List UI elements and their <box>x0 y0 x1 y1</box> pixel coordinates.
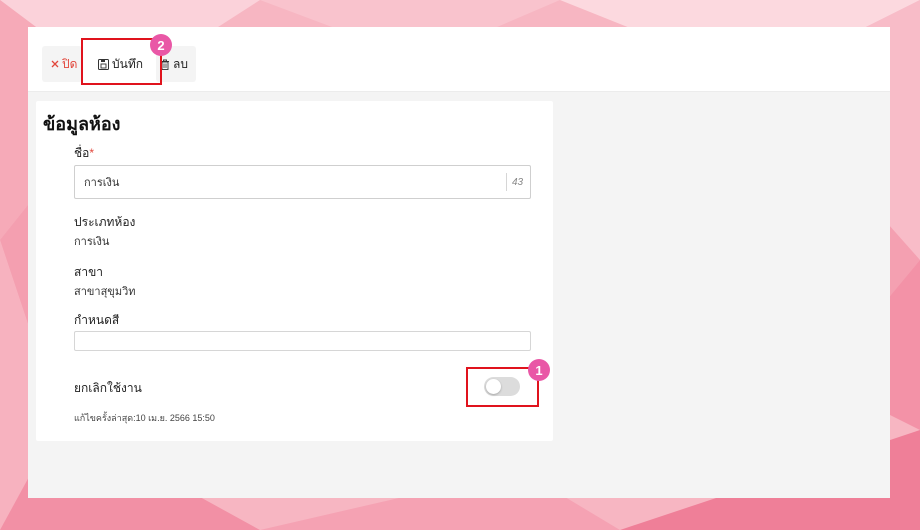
required-mark: * <box>89 146 95 160</box>
room-type-label: ประเภทห้อง <box>74 215 136 229</box>
color-label: กำหนดสี <box>74 313 120 327</box>
disable-toggle[interactable] <box>484 377 520 396</box>
close-icon <box>51 60 59 68</box>
last-edited-text: แก้ไขครั้งล่าสุด:10 เม.ย. 2566 15:50 <box>74 413 215 423</box>
name-label: ชื่อ* <box>74 144 94 163</box>
card-title: ข้อมูลห้อง <box>43 114 121 134</box>
branch-label: สาขา <box>74 265 104 279</box>
room-type-value: การเงิน <box>74 236 110 248</box>
save-button-label: บันทึก <box>112 56 143 71</box>
room-info-card: ข้อมูลห้อง ชื่อ* การเงิน 43 ประเภทห้อง ก… <box>36 101 553 441</box>
name-input-value: การเงิน <box>84 177 120 189</box>
disable-label: ยกเลิกใช้งาน <box>74 381 142 395</box>
name-char-counter: 43 <box>506 173 528 191</box>
app-window: ปิด บันทึก ลบ ข้อมูลห้อง ชื่อ* การเงิน 4… <box>28 27 890 498</box>
color-picker-field[interactable] <box>74 331 531 351</box>
close-button-label: ปิด <box>62 56 78 71</box>
name-input[interactable]: การเงิน 43 <box>74 165 531 199</box>
step-badge-2: 2 <box>150 34 172 56</box>
delete-button-label: ลบ <box>173 56 188 71</box>
branch-value: สาขาสุขุมวิท <box>74 286 136 298</box>
close-button[interactable]: ปิด <box>42 46 82 82</box>
step-badge-1: 1 <box>528 359 550 381</box>
save-icon <box>98 58 109 70</box>
name-label-text: ชื่อ <box>74 146 90 160</box>
toggle-knob <box>486 379 501 394</box>
trash-icon <box>160 59 170 70</box>
save-button[interactable]: บันทึก <box>88 46 158 82</box>
